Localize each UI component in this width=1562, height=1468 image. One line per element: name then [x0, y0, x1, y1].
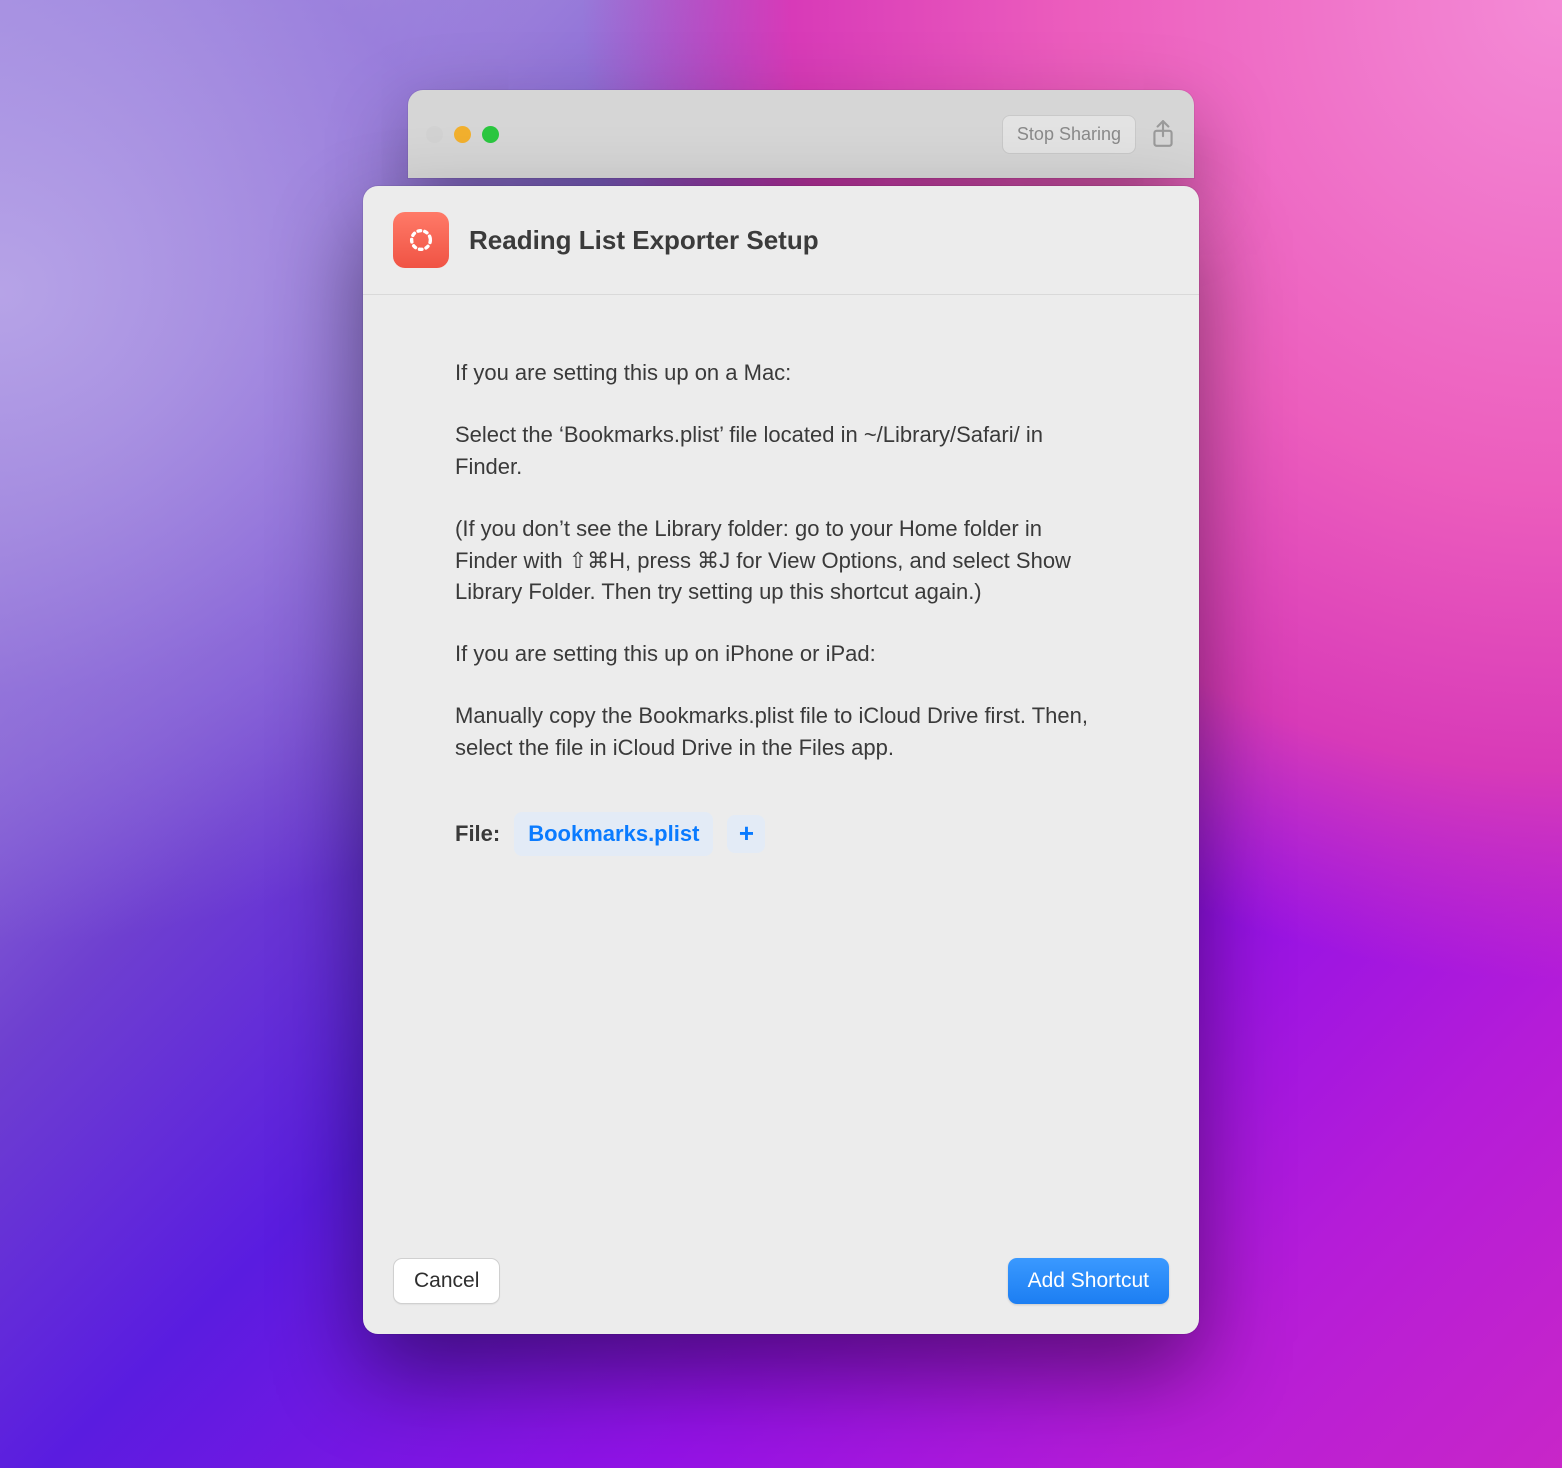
stop-sharing-button[interactable]: Stop Sharing — [1002, 115, 1136, 154]
instruction-paragraph: (If you don’t see the Library folder: go… — [455, 513, 1107, 609]
sheet-footer: Cancel Add Shortcut — [363, 1234, 1199, 1334]
setup-sheet: Reading List Exporter Setup If you are s… — [363, 186, 1199, 1334]
file-chip[interactable]: Bookmarks.plist — [514, 812, 713, 856]
add-file-button[interactable]: + — [727, 815, 765, 853]
share-icon[interactable] — [1150, 119, 1176, 149]
shortcuts-app-icon — [393, 212, 449, 268]
file-label: File: — [455, 818, 500, 850]
instruction-paragraph: If you are setting this up on iPhone or … — [455, 638, 1107, 670]
window-controls — [426, 126, 499, 143]
window-close-button[interactable] — [426, 126, 443, 143]
sheet-header: Reading List Exporter Setup — [363, 186, 1199, 295]
window-minimize-button[interactable] — [454, 126, 471, 143]
instruction-paragraph: If you are setting this up on a Mac: — [455, 357, 1107, 389]
window-zoom-button[interactable] — [482, 126, 499, 143]
desktop-wallpaper: Stop Sharing Reading List Exporter Setup… — [0, 0, 1562, 1468]
file-row: File: Bookmarks.plist + — [455, 812, 1107, 856]
add-shortcut-button[interactable]: Add Shortcut — [1008, 1258, 1169, 1304]
sheet-body: If you are setting this up on a Mac: Sel… — [363, 295, 1199, 1234]
instruction-paragraph: Manually copy the Bookmarks.plist file t… — [455, 700, 1107, 764]
sheet-title: Reading List Exporter Setup — [469, 225, 819, 256]
plus-icon: + — [739, 815, 754, 853]
instruction-paragraph: Select the ‘Bookmarks.plist’ file locate… — [455, 419, 1107, 483]
cancel-button[interactable]: Cancel — [393, 1258, 500, 1304]
parent-window-titlebar: Stop Sharing — [408, 90, 1194, 178]
